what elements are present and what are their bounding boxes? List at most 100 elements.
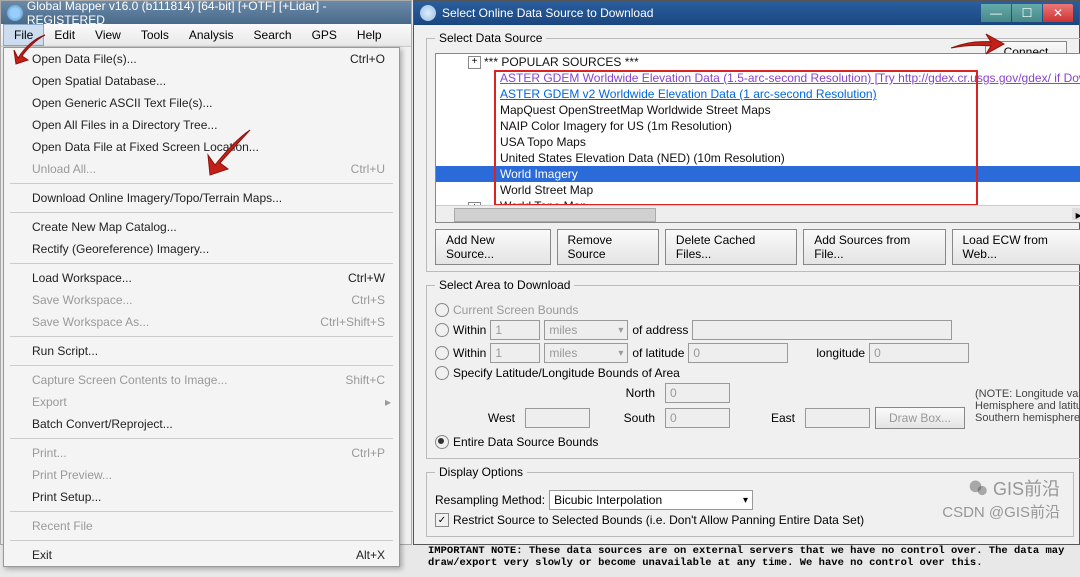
restrict-label: Restrict Source to Selected Bounds (i.e.… [453,513,864,527]
west-label: West [455,411,515,425]
draw-box-button[interactable]: Draw Box... [875,407,965,429]
hemisphere-note: (NOTE: Longitude values in the Western H… [975,388,1080,424]
select-data-source-group: Select Data Source ++− *** POPULAR SOURC… [426,31,1080,272]
north-field[interactable]: 0 [665,383,730,403]
within-dist-1[interactable]: 1 [490,320,540,340]
current-bounds-label: Current Screen Bounds [453,303,578,317]
menu-item[interactable]: Open Data File at Fixed Screen Location.… [4,136,399,158]
main-titlebar: Global Mapper v16.0 (b111814) [64-bit] [… [1,1,411,24]
tree-item[interactable]: NAIP Color Imagery for US (1m Resolution… [436,118,1080,134]
menu-item[interactable]: Create New Map Catalog... [4,216,399,238]
within-unit-2[interactable]: miles [544,343,628,363]
menu-analysis[interactable]: Analysis [179,25,244,45]
source-buttons-row: Add New Source...Remove SourceDelete Cac… [435,229,1080,265]
radio-within-latlon[interactable] [435,346,449,360]
src-btn-3[interactable]: Add Sources from File... [803,229,945,265]
src-btn-1[interactable]: Remove Source [557,229,659,265]
menu-item[interactable]: ExitAlt+X [4,544,399,566]
menu-item[interactable]: Batch Convert/Reproject... [4,413,399,435]
menu-item[interactable]: Open Generic ASCII Text File(s)... [4,92,399,114]
south-label: South [595,411,655,425]
resampling-combo[interactable]: Bicubic Interpolation [549,490,753,510]
src-btn-4[interactable]: Load ECW from Web... [952,229,1080,265]
menu-item[interactable]: Download Online Imagery/Topo/Terrain Map… [4,187,399,209]
menu-item[interactable]: Save Workspace As...Ctrl+Shift+S [4,311,399,333]
of-address-label: of address [632,323,688,337]
west-field[interactable] [525,408,590,428]
app-icon [7,5,23,21]
menu-item[interactable]: Rectify (Georeference) Imagery... [4,238,399,260]
menu-item[interactable]: Run Script... [4,340,399,362]
menu-item[interactable]: Capture Screen Contents to Image...Shift… [4,369,399,391]
tree-scrollbar[interactable]: ▸ [436,205,1080,222]
menu-search[interactable]: Search [244,25,302,45]
data-source-tree[interactable]: ++− *** POPULAR SOURCES ***ASTER GDEM Wo… [435,53,1080,223]
scrollbar-thumb[interactable] [454,208,656,222]
scroll-right-arrow[interactable]: ▸ [1072,208,1080,220]
menu-item[interactable]: Print Setup... [4,486,399,508]
radio-within-address[interactable] [435,323,449,337]
longitude-label: longitude [816,346,865,360]
east-label: East [735,411,795,425]
menu-edit[interactable]: Edit [44,25,85,45]
main-title: Global Mapper v16.0 (b111814) [64-bit] [… [27,0,405,27]
radio-entire-bounds[interactable] [435,435,449,449]
north-label: North [595,386,655,400]
menu-help[interactable]: Help [347,25,392,45]
longitude-field[interactable]: 0 [869,343,969,363]
tree-item[interactable]: World Street Map [436,182,1080,198]
select-area-group: Select Area to Download Current Screen B… [426,278,1080,459]
src-btn-0[interactable]: Add New Source... [435,229,551,265]
menu-tools[interactable]: Tools [131,25,179,45]
main-menubar[interactable]: File Edit View Tools Analysis Search GPS… [1,24,411,47]
wechat-icon [968,478,988,498]
tree-item[interactable]: United States Elevation Data (NED) (10m … [436,150,1080,166]
tree-item[interactable]: World Imagery [436,166,1080,182]
menu-view[interactable]: View [85,25,131,45]
download-dialog: Select Online Data Source to Download — … [413,0,1080,545]
menu-item[interactable]: Open Data File(s)...Ctrl+O [4,48,399,70]
entire-bounds-label: Entire Data Source Bounds [453,435,598,449]
radio-specify-bounds[interactable] [435,366,449,380]
tree-category[interactable]: *** POPULAR SOURCES *** [436,54,1080,70]
global-mapper-window: Global Mapper v16.0 (b111814) [64-bit] [… [0,0,412,545]
menu-item[interactable]: Recent File [4,515,399,537]
menu-item[interactable]: Open All Files in a Directory Tree... [4,114,399,136]
display-options-legend: Display Options [435,465,527,479]
select-data-source-legend: Select Data Source [435,31,546,45]
tree-item[interactable]: USA Topo Maps [436,134,1080,150]
menu-item[interactable]: Print...Ctrl+P [4,442,399,464]
menu-item[interactable]: Save Workspace...Ctrl+S [4,289,399,311]
radio-current-bounds[interactable] [435,303,449,317]
of-latitude-label: of latitude [632,346,684,360]
restrict-checkbox[interactable]: ✓ [435,513,449,527]
maximize-button[interactable]: ☐ [1012,4,1042,22]
menu-item[interactable]: Export [4,391,399,413]
tree-item[interactable]: ASTER GDEM Worldwide Elevation Data (1.5… [436,70,1080,86]
dialog-icon [420,5,436,21]
menu-item[interactable]: Load Workspace...Ctrl+W [4,267,399,289]
file-menu-dropdown[interactable]: Open Data File(s)...Ctrl+OOpen Spatial D… [3,47,400,567]
tree-item[interactable]: ASTER GDEM v2 Worldwide Elevation Data (… [436,86,1080,102]
latitude-field[interactable]: 0 [688,343,788,363]
address-field[interactable] [692,320,952,340]
east-field[interactable] [805,408,870,428]
important-note: IMPORTANT NOTE: These data sources are o… [424,543,1069,571]
resampling-label: Resampling Method: [435,493,545,507]
watermark: GIS前沿 CSDN @GIS前沿 [942,477,1060,523]
within-dist-2[interactable]: 1 [490,343,540,363]
menu-item[interactable]: Unload All...Ctrl+U [4,158,399,180]
close-window-button[interactable]: ✕ [1043,4,1073,22]
menu-item[interactable]: Print Preview... [4,464,399,486]
dialog-titlebar: Select Online Data Source to Download — … [414,1,1079,25]
minimize-button[interactable]: — [981,4,1011,22]
tree-item[interactable]: MapQuest OpenStreetMap Worldwide Street … [436,102,1080,118]
menu-item[interactable]: Open Spatial Database... [4,70,399,92]
within-unit-1[interactable]: miles [544,320,628,340]
within-label-1: Within [453,323,486,337]
src-btn-2[interactable]: Delete Cached Files... [665,229,797,265]
menu-file[interactable]: File [3,24,44,46]
south-field[interactable]: 0 [665,408,730,428]
specify-bounds-label: Specify Latitude/Longitude Bounds of Are… [453,366,680,380]
menu-gps[interactable]: GPS [302,25,347,45]
